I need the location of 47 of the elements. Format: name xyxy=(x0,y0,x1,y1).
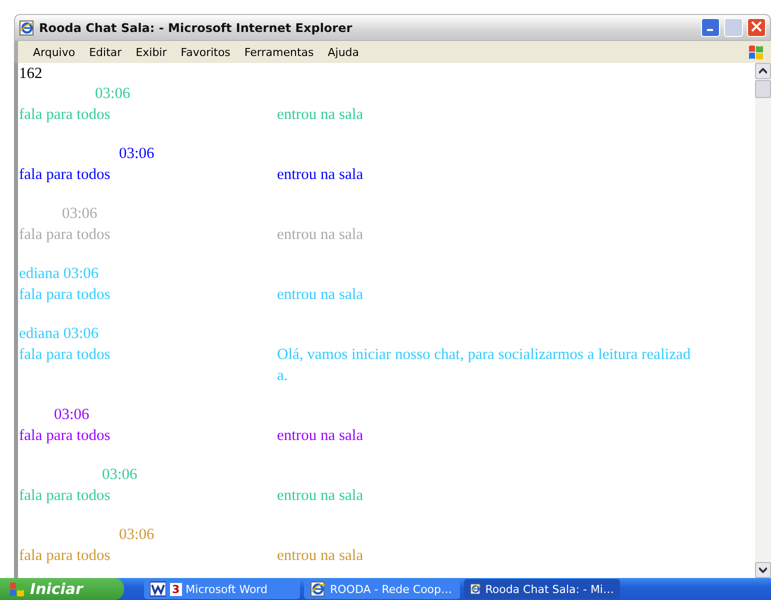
menu-item[interactable]: Exibir xyxy=(128,46,174,58)
message-text: Olá, vamos iniciar nosso chat, para socializarmos a leitura realizada. xyxy=(277,345,692,386)
close-button[interactable] xyxy=(747,18,766,37)
recipient-label: fala para todos xyxy=(19,546,112,566)
taskbar-button[interactable]: 3 Microsoft Word xyxy=(144,579,300,599)
menu-item[interactable]: Ajuda xyxy=(320,46,366,58)
windows-flag-icon xyxy=(8,581,26,597)
menu-item[interactable]: Favoritos xyxy=(174,46,238,58)
message-header: 03:06 xyxy=(54,406,90,423)
recipient-label: fala para todos xyxy=(19,105,112,125)
window-title: Rooda Chat Sala: - Microsoft Internet Explorer xyxy=(39,20,354,34)
recipient-label: fala para todos xyxy=(19,225,112,245)
scrollbar-thumb[interactable] xyxy=(755,80,771,98)
message-header: 03:06 xyxy=(119,526,154,543)
recipient-label: fala para todos xyxy=(19,285,112,305)
message-header: 03:06 xyxy=(102,466,138,483)
message-header: 03:06 xyxy=(119,145,154,162)
menu-item[interactable]: Arquivo xyxy=(26,46,82,58)
menu-item[interactable]: Ferramentas xyxy=(237,46,321,58)
message-header: ediana 03:06 xyxy=(19,265,99,282)
browser-icon xyxy=(310,581,326,597)
browser-icon xyxy=(19,20,35,36)
message-text: entrou na sala xyxy=(277,225,364,245)
recipient-label: fala para todos xyxy=(19,426,112,446)
message-text: entrou na sala xyxy=(277,285,364,305)
taskbar-button[interactable]: ROODA - Rede Coop… xyxy=(304,579,460,599)
message-text: entrou na sala xyxy=(277,546,364,566)
message-header: ediana 03:06 xyxy=(19,325,99,342)
message-text: entrou na sala xyxy=(277,165,364,185)
user-count: 162 xyxy=(19,65,44,83)
menu-item[interactable]: Editar xyxy=(82,46,129,58)
document-icon xyxy=(150,581,166,597)
message-header: 03:06 xyxy=(62,205,98,222)
message-text: entrou na sala xyxy=(277,426,364,446)
message-text: entrou na sala xyxy=(277,486,364,506)
scroll-up-button[interactable] xyxy=(755,63,771,79)
taskbar-button[interactable]: Rooda Chat Sala: - Mi… xyxy=(464,579,620,599)
windows-flag-icon xyxy=(747,44,765,60)
message-text: entrou na sala xyxy=(277,105,364,125)
close-icon xyxy=(751,21,762,32)
message-header: 03:06 xyxy=(95,85,130,102)
recipient-label: fala para todos xyxy=(19,486,112,506)
browser-icon xyxy=(470,581,482,597)
scroll-down-button[interactable] xyxy=(755,562,771,578)
recipient-label: fala para todos xyxy=(19,345,112,365)
recipient-label: fala para todos xyxy=(19,165,112,185)
minimize-button[interactable] xyxy=(701,18,720,37)
